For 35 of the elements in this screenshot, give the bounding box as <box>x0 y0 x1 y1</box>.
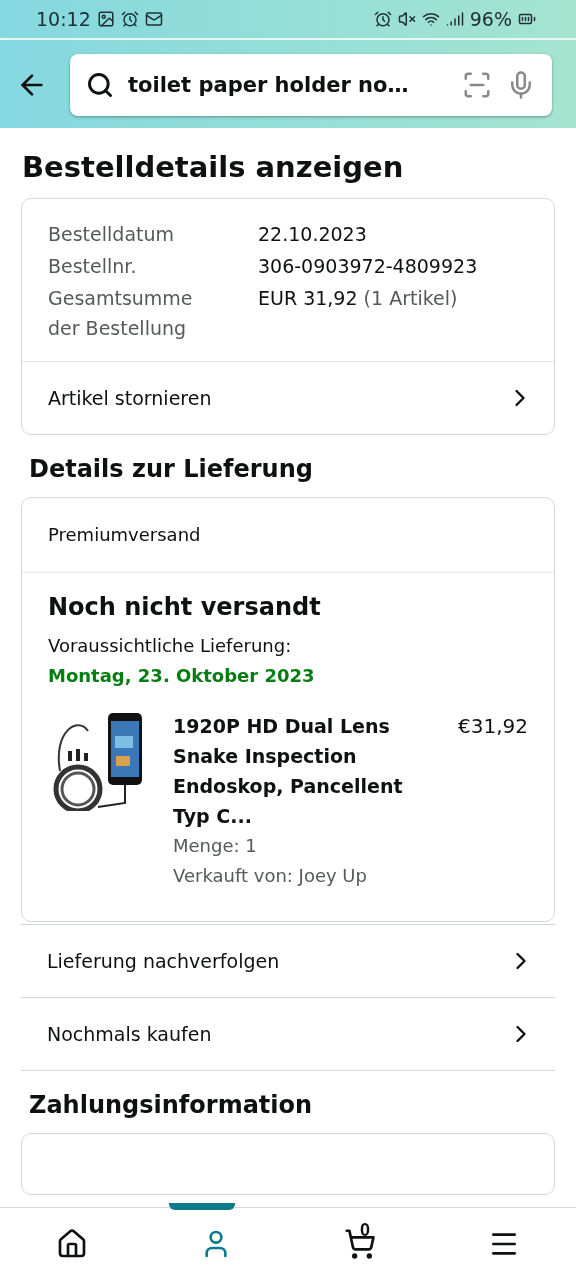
eta-date: Montag, 23. Oktober 2023 <box>48 664 316 688</box>
battery-percent: 96% <box>469 8 512 30</box>
shipment-status: Noch nicht versandt <box>48 593 322 621</box>
field-value: 306-0903972-4809923 <box>258 254 479 279</box>
mail-icon <box>144 10 163 28</box>
alarm-icon <box>120 10 139 28</box>
field-value: EUR 31,92 (1 Artikel) <box>258 286 459 311</box>
search-icon <box>86 71 114 99</box>
shipping-method: Premiumversand <box>48 523 202 547</box>
camera-scan-icon[interactable] <box>462 70 492 100</box>
seller: Verkauft von: Joey Up <box>173 864 368 888</box>
field-label: Bestelldatum <box>48 222 176 247</box>
cancel-link[interactable]: Artikel stornieren <box>22 361 554 434</box>
home-icon <box>56 1228 88 1260</box>
wifi-icon <box>421 10 440 28</box>
field-value: 22.10.2023 <box>258 222 368 247</box>
clock-time: 10:12 <box>36 8 91 30</box>
section-heading: Zahlungsinformation <box>29 1091 314 1119</box>
menu-link[interactable]: Lieferung nachverfolgen <box>21 924 555 997</box>
quantity: Menge: 1 <box>173 834 258 858</box>
eta-label: Voraussichtliche Lieferung: <box>48 634 293 658</box>
mute-icon <box>397 10 416 28</box>
page-title: Bestelldetails anzeigen <box>22 150 405 184</box>
product-title[interactable]: 1920P HD Dual Lens Snake Inspection Endoskop, Pancellent Typ C... <box>173 711 423 831</box>
nav-tab[interactable]: 0 <box>336 1220 384 1268</box>
alarm-icon <box>373 10 392 28</box>
field-label: Gesamtsumme der Bestellung <box>48 286 194 341</box>
tab-indicator <box>169 1203 235 1210</box>
field-label: Bestellnr. <box>48 254 138 279</box>
image-icon <box>96 10 115 28</box>
section-heading: Details zur Lieferung <box>29 455 314 483</box>
search-field[interactable]: toilet paper holder no… <box>70 54 552 116</box>
signal-icon <box>445 10 464 28</box>
product-price: €31,92 <box>458 713 528 740</box>
menu-link[interactable]: Nochmals kaufen <box>21 997 555 1070</box>
